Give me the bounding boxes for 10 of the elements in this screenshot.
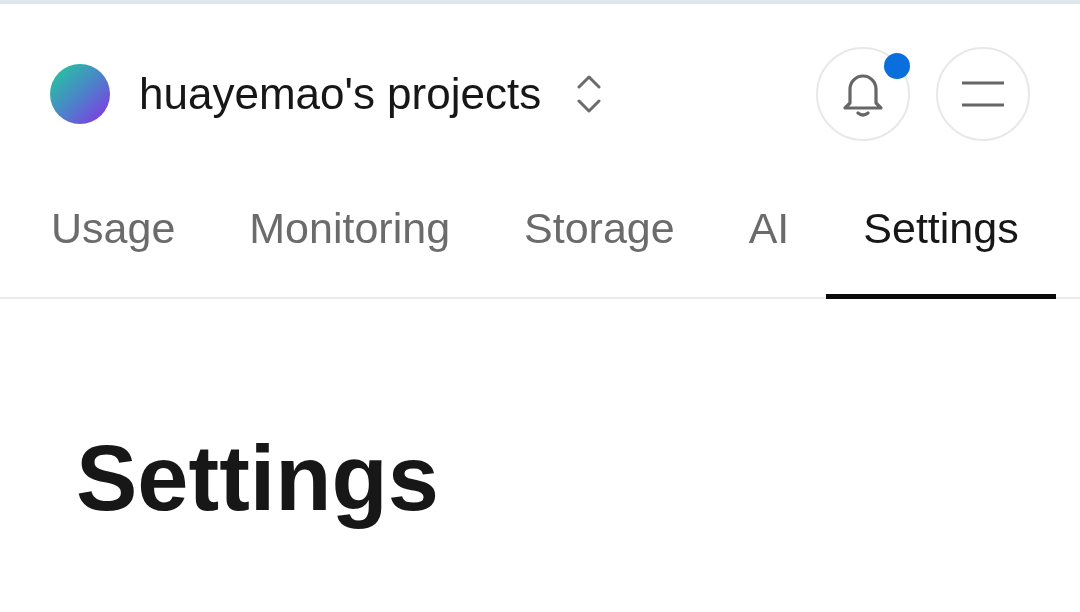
tab[interactable]: Monitoring [212, 184, 488, 299]
tab[interactable]: AI [711, 184, 827, 299]
tab[interactable]: Storage [487, 184, 712, 299]
page-title: Settings [76, 426, 439, 531]
chevron-up-down-icon [577, 74, 602, 114]
menu-icon [961, 81, 1005, 107]
tab[interactable]: Usage [14, 184, 213, 299]
tab[interactable]: Settings [826, 184, 1056, 299]
avatar-icon [50, 64, 110, 124]
project-switcher[interactable]: huayemao's projects [139, 69, 602, 119]
